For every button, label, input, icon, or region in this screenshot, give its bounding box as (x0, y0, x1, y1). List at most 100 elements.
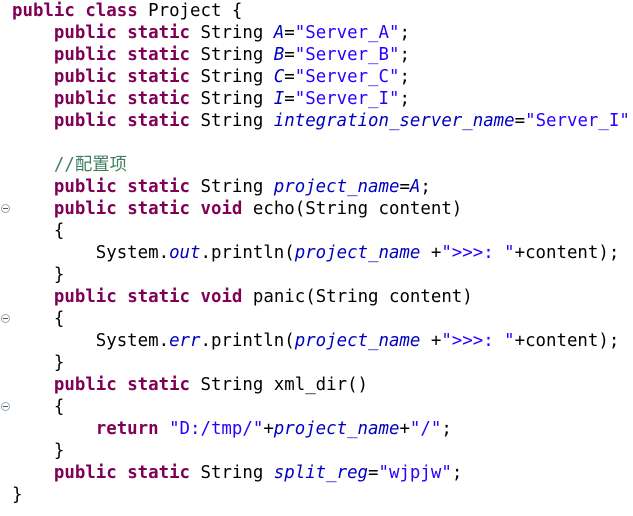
code-line[interactable]: //配置项 (12, 154, 127, 176)
code-line[interactable]: return "D:/tmp/"+project_name+"/"; (12, 418, 452, 440)
code-line[interactable]: } (12, 484, 22, 506)
code-text: + (420, 331, 442, 351)
code-line[interactable]: public static String A="Server_A"; (12, 22, 410, 44)
code-keyword: static (127, 287, 191, 307)
code-line[interactable]: public static String I="Server_I"; (12, 88, 410, 110)
code-string: "Server_I" (294, 89, 400, 109)
code-text: String (190, 111, 274, 131)
code-text: panic(String content) (242, 287, 473, 307)
code-line[interactable]: } (12, 264, 64, 286)
code-keyword: static (127, 45, 191, 65)
code-keyword: public (53, 45, 117, 65)
code-line[interactable]: { (12, 308, 64, 330)
code-field: project_name (294, 243, 421, 263)
code-text: ; (441, 419, 452, 439)
code-keyword: public (53, 23, 117, 43)
code-keyword: static (127, 111, 191, 131)
code-text: ; (399, 67, 410, 87)
code-keyword: public (53, 89, 117, 109)
code-line[interactable]: System.err.println(project_name +">>>: "… (12, 330, 620, 352)
code-field: project_name (273, 177, 400, 197)
code-field: B (273, 45, 285, 65)
code-line[interactable]: public static void panic(String content) (12, 286, 473, 308)
code-text: ; (451, 463, 463, 483)
code-text: = (284, 23, 295, 43)
code-text: String (190, 67, 274, 87)
code-field: A (273, 23, 285, 43)
code-field: C (273, 67, 285, 87)
code-field: A (409, 177, 421, 197)
code-text: } (12, 353, 65, 373)
code-text: String (190, 463, 274, 483)
code-text: String (190, 89, 274, 109)
code-field: project_name (294, 331, 421, 351)
code-string: "Server_I" (525, 111, 630, 131)
code-text: .println( (200, 243, 295, 263)
code-text: { (12, 221, 65, 241)
code-line[interactable]: public class Project { (12, 0, 242, 22)
code-string: "D:/tmp/" (169, 419, 264, 439)
fold-collapse-icon[interactable] (1, 402, 10, 411)
code-keyword: public (12, 1, 75, 21)
code-text: echo(String content) (242, 199, 463, 219)
code-line[interactable]: public static void echo(String content) (12, 198, 462, 220)
code-field: integration_server_name (273, 111, 515, 131)
code-string: "Server_B" (294, 45, 400, 65)
code-line[interactable]: System.out.println(project_name +">>>: "… (12, 242, 620, 264)
code-text: = (284, 45, 295, 65)
fold-collapse-icon[interactable] (1, 314, 10, 323)
code-text: = (514, 111, 526, 131)
code-line[interactable]: public static String B="Server_B"; (12, 44, 410, 66)
code-text: String (190, 177, 274, 197)
code-keyword: public (53, 177, 117, 197)
code-text: String xml_dir() (190, 375, 369, 395)
code-line[interactable]: public static String xml_dir() (12, 374, 368, 396)
code-line[interactable]: } (12, 440, 64, 462)
code-line[interactable]: public static String split_reg="wjpjw"; (12, 462, 462, 484)
code-line[interactable]: { (12, 220, 64, 242)
code-text: } (12, 265, 65, 285)
code-text: String (190, 45, 274, 65)
code-line[interactable]: public static String project_name=A; (12, 176, 431, 198)
code-text: Project { (137, 1, 243, 21)
code-text: +content); (514, 331, 620, 351)
fold-collapse-icon[interactable] (1, 204, 10, 213)
code-keyword: class (85, 1, 138, 21)
editor-gutter (0, 0, 12, 516)
code-comment: //配置项 (53, 155, 128, 175)
code-line[interactable]: } (12, 352, 64, 374)
code-line[interactable]: { (12, 396, 64, 418)
code-string: "Server_A" (294, 23, 400, 43)
code-text: +content); (514, 243, 620, 263)
code-text: System. (12, 331, 170, 351)
code-keyword: public (53, 463, 117, 483)
code-editor[interactable]: public class Project { public static Str… (0, 0, 633, 516)
code-field: project_name (273, 419, 400, 439)
code-text: ; (420, 177, 431, 197)
code-keyword: void (200, 287, 243, 307)
code-keyword: static (127, 89, 191, 109)
code-string: "wjpjw" (378, 463, 452, 483)
code-line[interactable]: public static String integration_server_… (12, 110, 633, 132)
code-field: split_reg (273, 463, 369, 483)
code-text: } (12, 485, 23, 505)
code-line[interactable]: public static String C="Server_C"; (12, 66, 410, 88)
